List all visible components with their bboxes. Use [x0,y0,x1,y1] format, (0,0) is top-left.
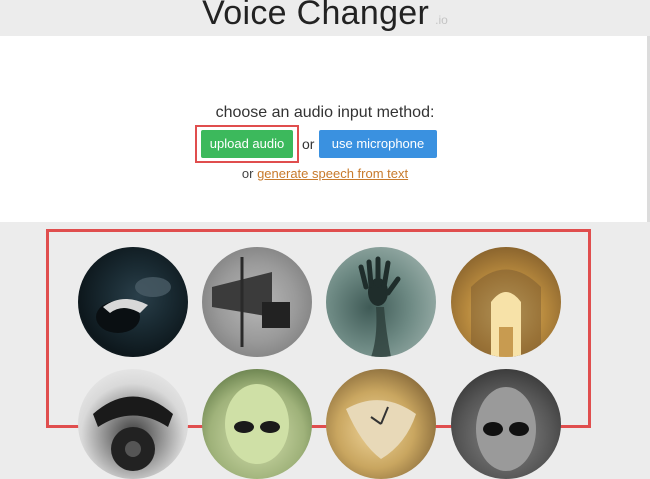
dark-creature-thumbnail[interactable] [78,247,188,357]
ghost-hand-thumbnail[interactable] [326,247,436,357]
title-suffix: .io [435,13,448,27]
input-panel [0,36,647,222]
grey-alien-image [476,387,536,471]
or-separator: or [302,136,315,152]
alien-image [225,384,289,464]
megaphone-thumbnail[interactable] [202,247,312,357]
megaphone-image [212,257,290,347]
upload-audio-button[interactable]: upload audio [201,130,293,158]
ghost-hand-image [358,256,401,357]
cathedral-image [471,269,541,357]
alien-thumbnail[interactable] [202,369,312,479]
cathedral-thumbnail[interactable] [451,247,561,357]
input-method-prompt: choose an audio input method: [215,104,435,121]
header: Voice Changer .io [0,0,650,36]
melting-clock-image [346,400,416,459]
generate-speech-line: or generate speech from text [0,166,650,181]
creature-image [96,277,171,333]
generate-speech-link[interactable]: generate speech from text [257,166,408,181]
melting-clock-thumbnail[interactable] [326,369,436,479]
telephone-thumbnail[interactable] [78,369,188,479]
telephone-image [93,396,173,471]
page-title: Voice Changer [202,0,430,32]
or-prefix: or [241,166,254,181]
use-microphone-button[interactable]: use microphone [319,130,437,158]
grey-alien-thumbnail[interactable] [451,369,561,479]
title-wrap: Voice Changer .io [0,0,650,33]
